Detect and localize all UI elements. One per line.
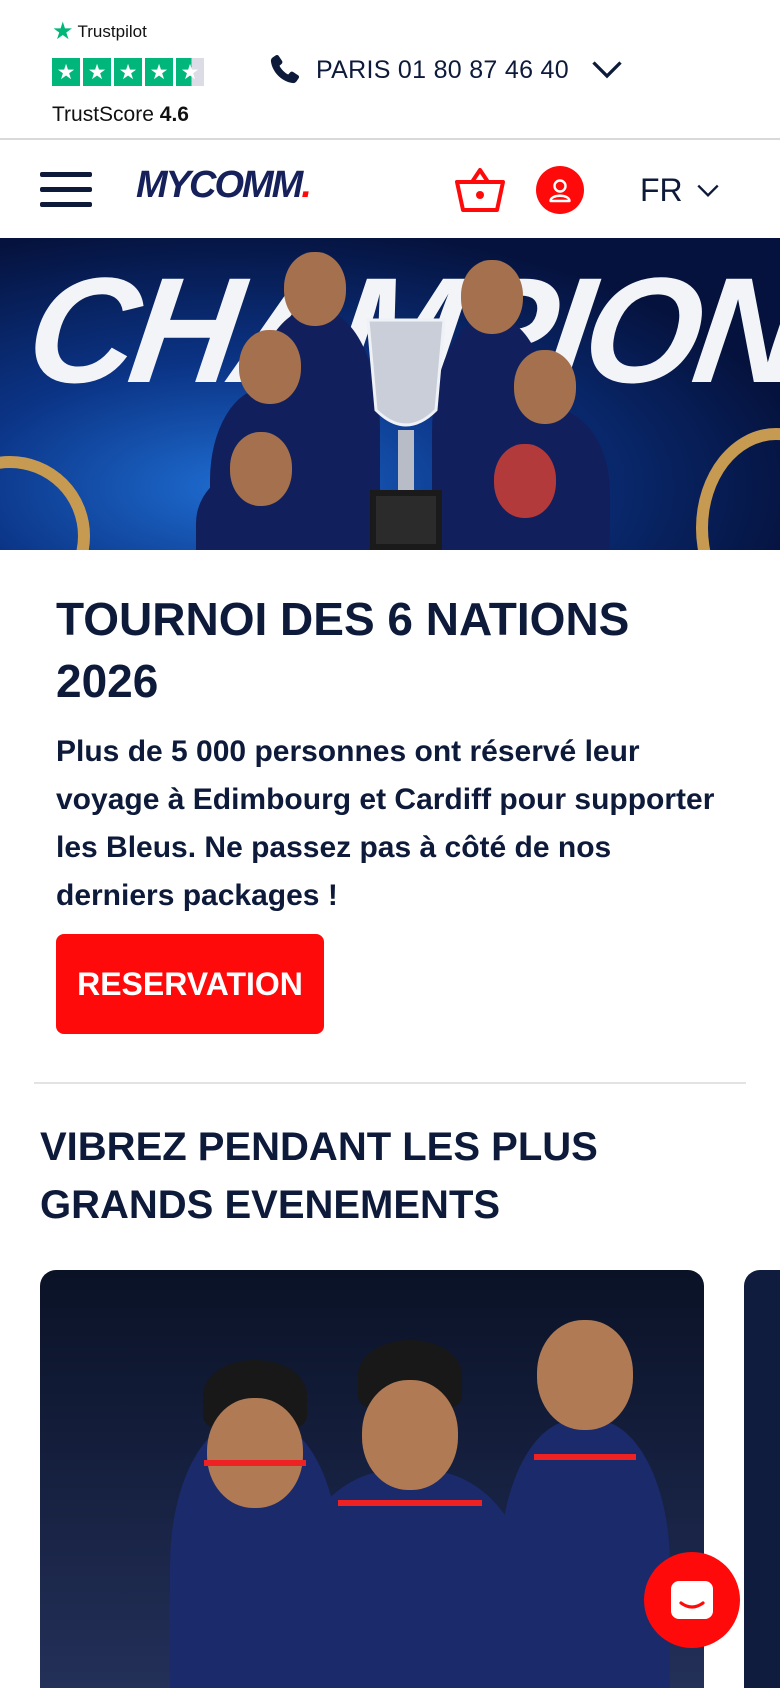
phone-icon: [270, 54, 300, 84]
main-nav: MYCOMM. FR: [0, 142, 780, 238]
chat-icon: [671, 1581, 713, 1619]
star-icon: ★: [114, 58, 142, 86]
account-button[interactable]: [536, 166, 584, 214]
decorative-arc: [696, 428, 780, 550]
logo[interactable]: MYCOMM.: [136, 164, 312, 207]
trustscore-label: TrustScore: [52, 103, 154, 126]
trustscore-value: 4.6: [159, 103, 189, 126]
hamburger-menu-icon[interactable]: [40, 172, 92, 208]
intro-text: Plus de 5 000 personnes ont réservé leur…: [56, 735, 715, 912]
trustscore: TrustScore 4.6: [52, 103, 189, 127]
divider: [34, 1082, 746, 1084]
event-card-next[interactable]: [744, 1270, 780, 1688]
phone-contact[interactable]: PARIS 01 80 87 46 40: [266, 52, 625, 88]
hero-banner[interactable]: CHAMPIONS: [0, 238, 780, 550]
language-selector[interactable]: FR: [640, 172, 721, 209]
trustpilot-brand-label: Trustpilot: [77, 22, 147, 41]
logo-text: MYCOMM: [136, 164, 303, 206]
chat-button[interactable]: [644, 1552, 740, 1648]
events-section-title: VIBREZ PENDANT LES PLUS GRANDS EVENEMENT…: [40, 1125, 598, 1227]
top-bar: ★ Trustpilot ★ ★ ★ ★ ★ TrustScore 4.6 PA…: [0, 0, 780, 140]
star-icon: ★: [145, 58, 173, 86]
trustpilot-star-icon: ★: [52, 18, 74, 45]
star-icon: ★: [52, 58, 80, 86]
trophy-image: [366, 318, 446, 550]
half-star-icon: ★: [176, 58, 204, 86]
chevron-down-icon: [697, 184, 719, 197]
trustpilot-brand[interactable]: ★ Trustpilot: [52, 20, 147, 44]
user-icon: [549, 179, 571, 203]
star-icon: ★: [83, 58, 111, 86]
player-image: [290, 1340, 530, 1688]
intro-title: TOURNOI DES 6 NATIONS 2026: [56, 593, 630, 707]
language-label: FR: [640, 172, 683, 208]
reservation-button[interactable]: RESERVATION: [56, 934, 324, 1034]
logo-dot: .: [301, 164, 311, 206]
decorative-arc: [0, 456, 90, 550]
event-card[interactable]: [40, 1270, 704, 1688]
phone-number: PARIS 01 80 87 46 40: [316, 55, 569, 84]
chevron-down-icon[interactable]: [589, 52, 625, 88]
basket-icon[interactable]: [454, 166, 506, 214]
trustpilot-rating-stars[interactable]: ★ ★ ★ ★ ★: [52, 58, 204, 86]
